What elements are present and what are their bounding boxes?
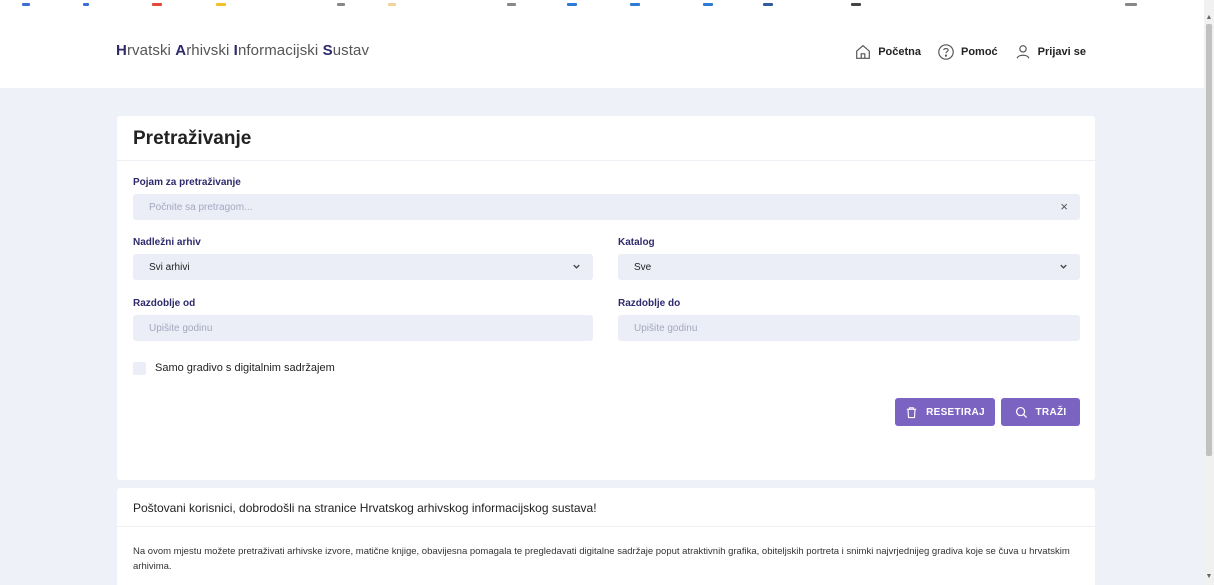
logo-initial-h: H [116, 42, 127, 59]
period-to-input[interactable]: Upišite godinu [618, 315, 1080, 341]
search-button-label: TRAŽI [1035, 406, 1067, 418]
browser-bookmark-strip [0, 0, 1204, 12]
logo-word-4: ustav [332, 42, 370, 59]
logo-word-2: rhivski [186, 42, 234, 59]
period-from-label: Razdoblje od [133, 298, 196, 309]
period-to-label: Razdoblje do [618, 298, 681, 309]
nav-help[interactable]: Pomoć [937, 43, 998, 61]
archive-select-value: Svi arhivi [149, 261, 190, 273]
period-from-placeholder: Upišite godinu [149, 322, 213, 334]
close-icon[interactable]: × [1060, 199, 1068, 214]
logo-word-1: rvatski [126, 42, 176, 59]
reset-button-label: RESETIRAJ [926, 406, 985, 418]
scroll-up-arrow-icon[interactable]: ▲ [1205, 14, 1213, 22]
chevron-down-icon [1060, 264, 1067, 269]
search-input[interactable]: Počnite sa pretragom... × [133, 194, 1080, 220]
welcome-title: Poštovani korisnici, dobrodošli na stran… [133, 501, 597, 515]
search-input-placeholder: Počnite sa pretragom... [149, 201, 253, 213]
nav-home-label: Početna [878, 46, 921, 58]
logo-initial-a: A [175, 42, 187, 59]
trash-icon [906, 406, 917, 418]
nav-help-label: Pomoć [960, 46, 998, 58]
search-button[interactable]: TRAŽI [1001, 398, 1080, 426]
page-scrollbar[interactable]: ▲ ▼ [1204, 0, 1214, 585]
help-circle-icon [938, 44, 954, 60]
logo-word-3: nformacijski [237, 42, 323, 59]
reset-button[interactable]: RESETIRAJ [895, 398, 995, 426]
catalog-select[interactable]: Sve [618, 254, 1080, 280]
nav-login-label: Prijavi se [1037, 46, 1086, 58]
nav-login[interactable]: Prijavi se [1014, 43, 1086, 61]
top-nav: Početna Pomoć Prijavi se [854, 43, 1086, 61]
site-logo[interactable]: Hrvatski Arhivski Informacijski Sustav [116, 42, 369, 59]
catalog-select-value: Sve [634, 261, 652, 273]
search-term-label: Pojam za pretraživanje [133, 177, 241, 188]
welcome-divider [117, 526, 1095, 527]
digital-only-label[interactable]: Samo gradivo s digitalnim sadržajem [155, 362, 335, 374]
archive-select[interactable]: Svi arhivi [133, 254, 593, 280]
scroll-down-arrow-icon[interactable]: ▼ [1205, 573, 1213, 581]
welcome-panel: Poštovani korisnici, dobrodošli na stran… [117, 488, 1095, 585]
search-panel: Pretraživanje Pojam za pretraživanje Poč… [117, 116, 1095, 480]
site-header: Hrvatski Arhivski Informacijski Sustav P… [0, 12, 1204, 88]
search-icon [1015, 406, 1027, 418]
welcome-text: Na ovom mjestu možete pretraživati arhiv… [133, 546, 1070, 572]
search-title: Pretraživanje [133, 128, 252, 149]
chevron-down-icon [573, 264, 580, 269]
search-title-divider [117, 160, 1095, 161]
archive-label: Nadležni arhiv [133, 237, 201, 248]
home-icon [856, 44, 871, 59]
nav-home[interactable]: Početna [854, 43, 921, 61]
scrollbar-thumb[interactable] [1206, 24, 1212, 456]
digital-only-checkbox[interactable] [133, 362, 146, 375]
logo-initial-s: S [322, 42, 333, 59]
user-icon [1016, 45, 1030, 59]
catalog-label: Katalog [618, 237, 655, 248]
period-from-input[interactable]: Upišite godinu [133, 315, 593, 341]
period-to-placeholder: Upišite godinu [634, 322, 698, 334]
